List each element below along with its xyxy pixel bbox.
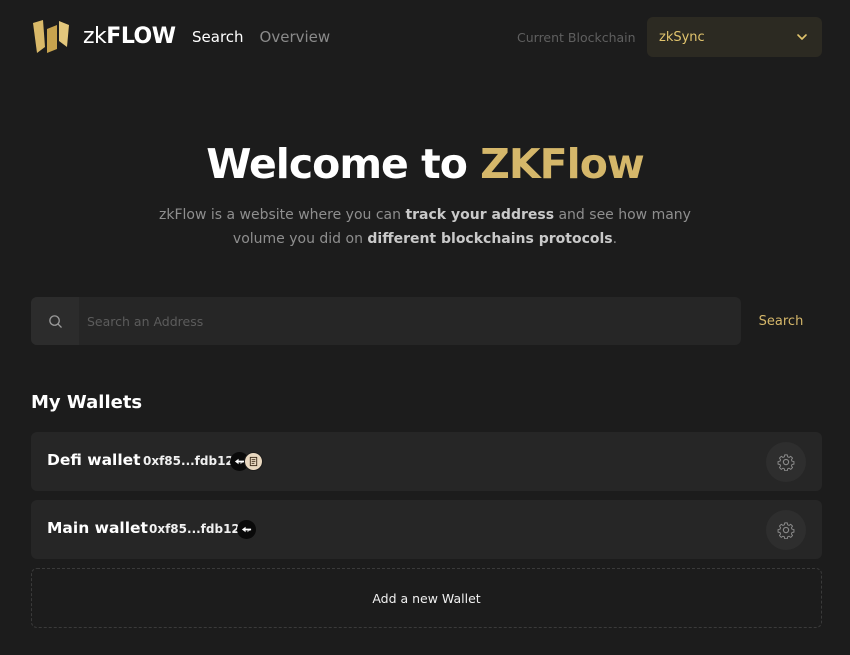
header: zkFLOW Search Overview Current Blockchai… (0, 0, 850, 76)
hero-description: zkFlow is a website where you can track … (150, 203, 700, 251)
chevron-down-icon (797, 34, 807, 40)
main-nav: Search Overview (192, 28, 330, 46)
my-wallets-title: My Wallets (31, 392, 143, 413)
blockchain-label: Current Blockchain (517, 30, 636, 45)
document-icon (244, 452, 263, 471)
hero-desc-bold2: different blockchains protocols (367, 231, 613, 247)
nav-overview[interactable]: Overview (260, 28, 331, 46)
brand-suffix: FLOW (106, 24, 176, 49)
hero-desc-part1: zkFlow is a website where you can (159, 207, 406, 223)
wallet-address: 0xf85...fdb12 (143, 454, 234, 468)
wallet-settings-button[interactable] (766, 442, 806, 482)
hero-title-prefix: Welcome to (206, 140, 481, 188)
hero-title-accent: ZKFlow (480, 140, 645, 188)
search-button[interactable]: Search (741, 297, 821, 345)
search-icon-box (31, 297, 79, 345)
zkflow-logo-icon[interactable] (31, 17, 71, 57)
address-search-input[interactable] (79, 297, 741, 345)
search-bar (31, 297, 741, 345)
brand-name[interactable]: zkFLOW (83, 24, 176, 49)
blockchain-select[interactable]: zkSync (647, 17, 822, 57)
add-wallet-button[interactable]: Add a new Wallet (31, 568, 822, 628)
blockchain-select-value: zkSync (659, 29, 705, 45)
wallet-card-defi[interactable]: Defi wallet 0xf85...fdb12 (31, 432, 822, 491)
wallet-card-main[interactable]: Main wallet 0xf85...fdb12 (31, 500, 822, 559)
nav-search[interactable]: Search (192, 28, 244, 46)
gear-icon (777, 454, 795, 471)
hero-title: Welcome to ZKFlow (0, 140, 850, 188)
wallet-name: Defi wallet (47, 451, 141, 469)
wallet-name: Main wallet (47, 519, 148, 537)
swap-icon (237, 520, 256, 539)
search-icon (48, 314, 62, 328)
hero-desc-end: . (612, 231, 618, 247)
wallet-address: 0xf85...fdb12 (149, 522, 240, 536)
brand-prefix: zk (83, 24, 107, 49)
gear-icon (777, 522, 795, 539)
hero-desc-bold1: track your address (405, 207, 555, 223)
wallet-settings-button[interactable] (766, 510, 806, 550)
